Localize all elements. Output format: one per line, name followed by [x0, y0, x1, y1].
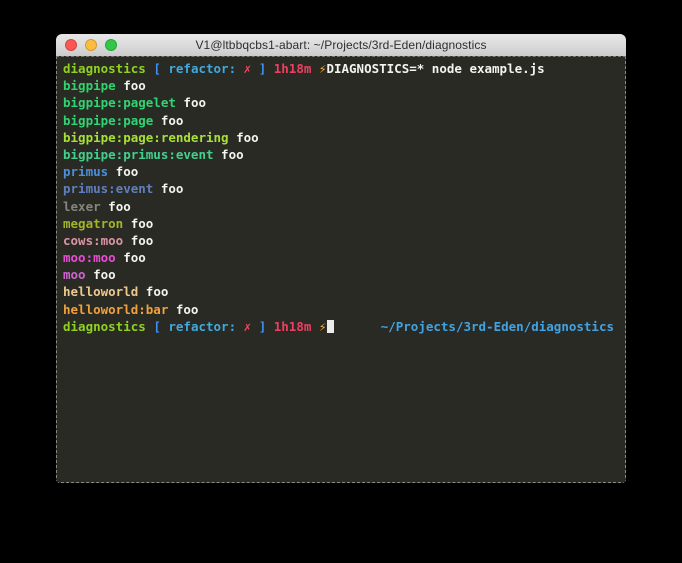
terminal-line: bigpipe:page foo	[63, 112, 620, 129]
prompt-cwd-path: ~/Projects/3rd-Eden/diagnostics	[381, 318, 620, 335]
window-title: V1@ltbbqcbs1-abart: ~/Projects/3rd-Eden/…	[195, 38, 486, 52]
terminal-line: bigpipe:primus:event foo	[63, 146, 620, 163]
terminal-line-text: diagnostics [ refactor: ✗ ] 1h18m ⚡DIAGN…	[63, 60, 545, 77]
terminal-line-text: primus foo	[63, 163, 138, 180]
terminal-line: cows:moo foo	[63, 232, 620, 249]
terminal-line-text: bigpipe foo	[63, 77, 146, 94]
terminal-line: helloworld foo	[63, 283, 620, 300]
terminal-line-text: lexer foo	[63, 198, 131, 215]
terminal-line: bigpipe:page:rendering foo	[63, 129, 620, 146]
terminal-line: helloworld:bar foo	[63, 301, 620, 318]
terminal-line: bigpipe:pagelet foo	[63, 94, 620, 111]
terminal-line: primus:event foo	[63, 180, 620, 197]
terminal-line-text: helloworld:bar foo	[63, 301, 198, 318]
traffic-light-buttons	[65, 39, 117, 51]
window-titlebar[interactable]: V1@ltbbqcbs1-abart: ~/Projects/3rd-Eden/…	[56, 34, 626, 56]
terminal-line: moo:moo foo	[63, 249, 620, 266]
zoom-button[interactable]	[105, 39, 117, 51]
terminal-line: primus foo	[63, 163, 620, 180]
minimize-button[interactable]	[85, 39, 97, 51]
terminal-line: diagnostics [ refactor: ✗ ] 1h18m ⚡DIAGN…	[63, 60, 620, 77]
close-button[interactable]	[65, 39, 77, 51]
terminal-line-text: moo:moo foo	[63, 249, 146, 266]
terminal-line: diagnostics [ refactor: ✗ ] 1h18m ⚡ ~/Pro…	[63, 318, 620, 335]
terminal-line: lexer foo	[63, 198, 620, 215]
terminal-line-text: bigpipe:page:rendering foo	[63, 129, 259, 146]
terminal-line-text: primus:event foo	[63, 180, 183, 197]
terminal-line: moo foo	[63, 266, 620, 283]
terminal-line-text: cows:moo foo	[63, 232, 153, 249]
terminal-line-text: bigpipe:pagelet foo	[63, 94, 206, 111]
terminal-line-text: diagnostics [ refactor: ✗ ] 1h18m ⚡	[63, 318, 334, 335]
terminal-line-text: bigpipe:primus:event foo	[63, 146, 244, 163]
terminal-line: megatron foo	[63, 215, 620, 232]
terminal-cursor	[327, 320, 334, 333]
terminal-screen[interactable]: diagnostics [ refactor: ✗ ] 1h18m ⚡DIAGN…	[56, 56, 626, 483]
terminal-line: bigpipe foo	[63, 77, 620, 94]
terminal-line-text: moo foo	[63, 266, 116, 283]
terminal-line-text: megatron foo	[63, 215, 153, 232]
terminal-window: V1@ltbbqcbs1-abart: ~/Projects/3rd-Eden/…	[56, 34, 626, 483]
terminal-line-text: bigpipe:page foo	[63, 112, 183, 129]
terminal-line-text: helloworld foo	[63, 283, 168, 300]
